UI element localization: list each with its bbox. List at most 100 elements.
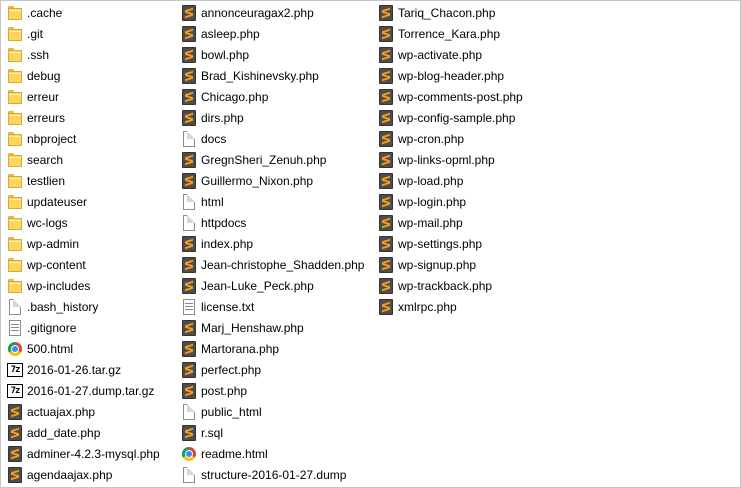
blank-file-icon [181,193,197,210]
file-item[interactable]: structure-2016-01-27.dump [181,464,375,485]
folder-icon [7,110,23,126]
item-label: wp-links-opml.php [398,152,495,167]
file-item[interactable]: 7z 2016-01-26.tar.gz [7,359,177,380]
file-item[interactable]: .bash_history [7,296,177,317]
folder-item[interactable]: .cache [7,2,177,23]
item-label: wc-logs [27,215,68,230]
file-item[interactable]: wp-signup.php [378,254,578,275]
folder-item[interactable]: wp-content [7,254,177,275]
file-item[interactable]: wp-activate.php [378,44,578,65]
file-item[interactable]: .gitignore [7,317,177,338]
item-label: dirs.php [201,110,244,125]
file-item[interactable]: Torrence_Kara.php [378,23,578,44]
file-item[interactable]: perfect.php [181,359,375,380]
file-item[interactable]: wp-blog-header.php [378,65,578,86]
sublime-text-file-icon [7,445,23,462]
file-item[interactable]: 7z 2016-01-27.dump.tar.gz [7,380,177,401]
file-item[interactable]: actuajax.php [7,401,177,422]
file-item[interactable]: wp-cron.php [378,128,578,149]
folder-item[interactable]: .git [7,23,177,44]
file-item[interactable]: wp-config-sample.php [378,107,578,128]
file-item[interactable]: Chicago.php [181,86,375,107]
file-item[interactable]: index.php [181,233,375,254]
folder-item[interactable]: wp-includes [7,275,177,296]
item-label: html [201,194,224,209]
folder-item[interactable]: testlien [7,170,177,191]
folder-item[interactable]: search [7,149,177,170]
folder-item[interactable]: erreur [7,86,177,107]
item-label: wp-settings.php [398,236,483,251]
sublime-text-file-icon [378,109,394,126]
item-label: .gitignore [27,320,77,335]
file-item[interactable]: wp-load.php [378,170,578,191]
file-item[interactable]: httpdocs [181,212,375,233]
file-item[interactable]: annonceuragax2.php [181,2,375,23]
folder-icon [7,68,23,84]
folder-item[interactable]: .ssh [7,44,177,65]
file-item[interactable]: readme.html [181,443,375,464]
file-item[interactable]: Jean-Luke_Peck.php [181,275,375,296]
sublime-text-file-icon [378,4,394,21]
blank-file-icon [181,403,197,420]
folder-item[interactable]: nbproject [7,128,177,149]
item-label: Martorana.php [201,341,280,356]
item-label: license.txt [201,299,255,314]
file-item[interactable]: wp-trackback.php [378,275,578,296]
sublime-text-file-icon [378,214,394,231]
folder-item[interactable]: debug [7,65,177,86]
folder-item[interactable]: wp-admin [7,233,177,254]
item-label: annonceuragax2.php [201,5,314,20]
file-item[interactable]: agendaajax.php [7,464,177,485]
folder-icon [7,236,23,252]
folder-item[interactable]: wc-logs [7,212,177,233]
file-item[interactable]: 500.html [7,338,177,359]
text-file-icon [181,298,197,315]
file-column-3: Tariq_Chacon.php Torrence_Kara.php wp-acti… [378,2,578,317]
file-item[interactable]: Martorana.php [181,338,375,359]
file-item[interactable]: wp-login.php [378,191,578,212]
file-item[interactable]: Brad_Kishinevsky.php [181,65,375,86]
item-label: agendaajax.php [27,467,113,482]
file-item[interactable]: Guillermo_Nixon.php [181,170,375,191]
file-item[interactable]: wp-mail.php [378,212,578,233]
file-item[interactable]: adminer-4.2.3-mysql.php [7,443,177,464]
sublime-text-file-icon [378,256,394,273]
file-item[interactable]: wp-comments-post.php [378,86,578,107]
file-item[interactable]: wp-settings.php [378,233,578,254]
file-item[interactable]: license.txt [181,296,375,317]
item-label: wp-load.php [398,173,464,188]
folder-item[interactable]: updateuser [7,191,177,212]
file-item[interactable]: wp-links-opml.php [378,149,578,170]
item-label: erreurs [27,110,66,125]
item-label: wp-includes [27,278,91,293]
file-item[interactable]: asleep.php [181,23,375,44]
file-item[interactable]: dirs.php [181,107,375,128]
file-item[interactable]: xmlrpc.php [378,296,578,317]
sublime-text-file-icon [378,151,394,168]
item-label: wp-activate.php [398,47,483,62]
sublime-text-file-icon [181,319,197,336]
sublime-text-file-icon [181,46,197,63]
file-item[interactable]: Jean-christophe_Shadden.php [181,254,375,275]
item-label: Chicago.php [201,89,269,104]
file-item[interactable]: add_date.php [7,422,177,443]
file-item[interactable]: Marj_Henshaw.php [181,317,375,338]
item-label: Guillermo_Nixon.php [201,173,314,188]
item-label: add_date.php [27,425,101,440]
item-label: updateuser [27,194,88,209]
chrome-html-file-icon [181,446,197,462]
folder-icon [7,89,23,105]
file-item[interactable]: post.php [181,380,375,401]
item-label: testlien [27,173,66,188]
file-item[interactable]: GregnSheri_Zenuh.php [181,149,375,170]
file-item[interactable]: bowl.php [181,44,375,65]
file-item[interactable]: public_html [181,401,375,422]
folder-item[interactable]: erreurs [7,107,177,128]
folder-icon [7,278,23,294]
file-item[interactable]: r.sql [181,422,375,443]
sublime-text-file-icon [7,424,23,441]
sublime-text-file-icon [378,130,394,147]
file-item[interactable]: docs [181,128,375,149]
file-item[interactable]: html [181,191,375,212]
file-item[interactable]: Tariq_Chacon.php [378,2,578,23]
